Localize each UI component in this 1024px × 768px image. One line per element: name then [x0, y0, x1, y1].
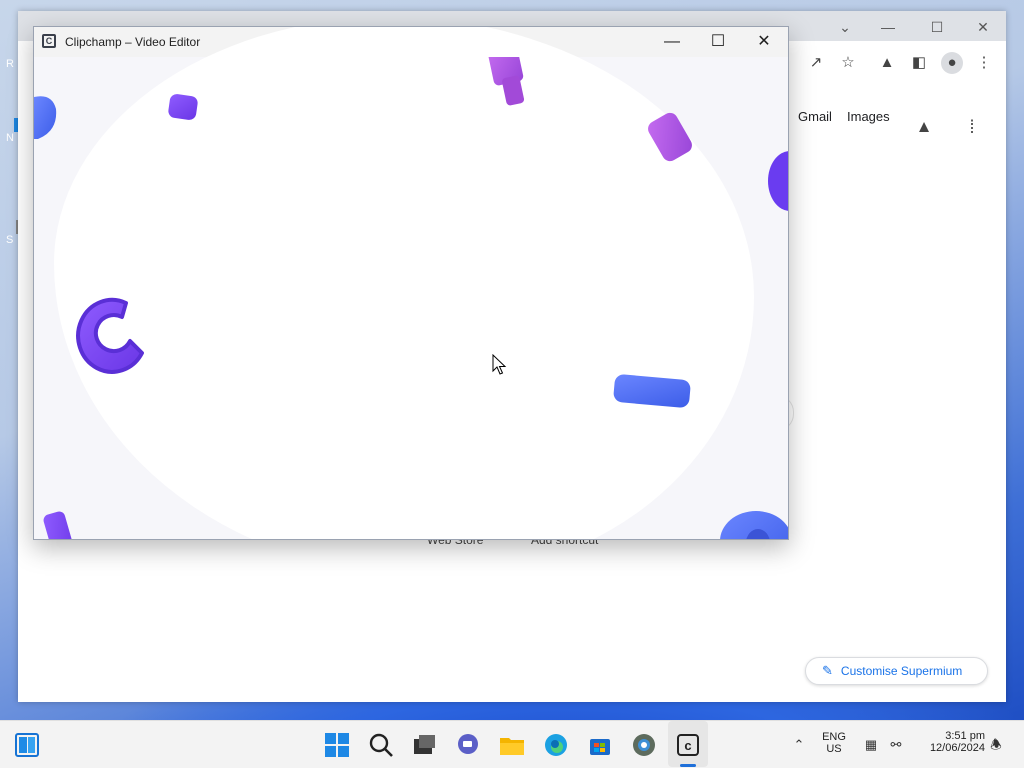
clipchamp-icon[interactable]: c [675, 732, 701, 758]
chevron-up-icon[interactable]: ⌃ [790, 736, 808, 754]
task-view-icon[interactable] [411, 732, 437, 758]
language-label: ENG [822, 731, 846, 743]
share-icon[interactable]: ↗ [805, 52, 827, 74]
notification-bell-icon[interactable]: 🕭 [987, 736, 1005, 754]
widgets-icon[interactable] [15, 733, 39, 757]
store-icon[interactable] [587, 732, 613, 758]
shape-magenta-pillar [488, 57, 525, 106]
desktop-icon-label: S [6, 234, 14, 246]
labs-icon[interactable]: ▲ [876, 52, 898, 74]
browser-close-button[interactable]: ✕ [968, 17, 998, 37]
clock-date: 12/06/2024 [929, 742, 985, 754]
tab-search-icon[interactable]: ⌄ [830, 17, 860, 37]
pencil-icon: ✎ [822, 663, 833, 678]
clock[interactable]: 3:51 pm 12/06/2024 [915, 730, 985, 754]
region-label: US [826, 743, 842, 755]
taskbar: c ⌃ ENG US ▦ ⚯ 3:51 pm 12/06/2024 🕭 [0, 720, 1024, 768]
shape-purple-cube [168, 94, 198, 120]
shape-blue-ring [720, 511, 788, 539]
search-icon[interactable] [368, 732, 394, 758]
active-app-indicator [680, 764, 696, 767]
browser-minimize-button[interactable]: — [873, 17, 903, 37]
close-icon: ✕ [757, 33, 771, 50]
shape-blue-left [34, 96, 57, 139]
splash-shapes [34, 57, 788, 539]
browser-maximize-button[interactable]: ☐ [922, 17, 952, 37]
maximize-icon: ☐ [710, 33, 726, 50]
shape-letter-c [76, 297, 144, 374]
file-explorer-icon[interactable] [499, 732, 525, 758]
shape-purple-bar [43, 511, 79, 539]
bookmark-star-icon[interactable]: ☆ [837, 52, 859, 74]
shape-magenta-block [648, 112, 692, 162]
gmail-link[interactable]: Gmail [798, 109, 832, 124]
images-link[interactable]: Images [847, 109, 890, 124]
labs-flask-icon[interactable]: ▲ [913, 116, 935, 138]
clipchamp-logo-icon: C [42, 34, 56, 48]
minimize-icon: — [664, 33, 680, 50]
mouse-cursor-icon [492, 354, 507, 375]
shape-violet-edge [768, 151, 788, 211]
profile-icon[interactable]: ● [941, 52, 963, 74]
side-panel-icon[interactable]: ◧ [908, 52, 930, 74]
clock-time: 3:51 pm [945, 730, 985, 742]
network-icon[interactable]: ▦ [862, 736, 880, 754]
splash-canvas [34, 27, 788, 539]
clipchamp-window: C Clipchamp – Video Editor — ☐ ✕ [33, 26, 789, 540]
volume-muted-icon[interactable]: ⚯ [887, 736, 905, 754]
minimize-button[interactable]: — [649, 27, 695, 57]
teams-chat-icon[interactable] [455, 732, 481, 758]
svg-text:c: c [684, 738, 691, 753]
edge-icon[interactable] [543, 732, 569, 758]
desktop-icon-label: N [6, 132, 14, 144]
language-indicator[interactable]: ENG US [818, 731, 850, 755]
desktop-icon-label: R [6, 58, 14, 70]
shape-blue-bar [613, 374, 691, 408]
browser-menu-icon[interactable]: ⋮ [973, 52, 995, 74]
apps-grid-icon[interactable]: ⁞ [961, 116, 983, 138]
supermium-icon[interactable] [631, 732, 657, 758]
window-title: Clipchamp – Video Editor [65, 35, 201, 49]
maximize-button[interactable]: ☐ [695, 27, 741, 57]
start-icon[interactable] [324, 732, 350, 758]
close-button[interactable]: ✕ [741, 27, 787, 57]
customise-label: Customise Supermium [840, 664, 963, 678]
customise-button[interactable]: ✎ Customise Supermium [805, 657, 988, 685]
